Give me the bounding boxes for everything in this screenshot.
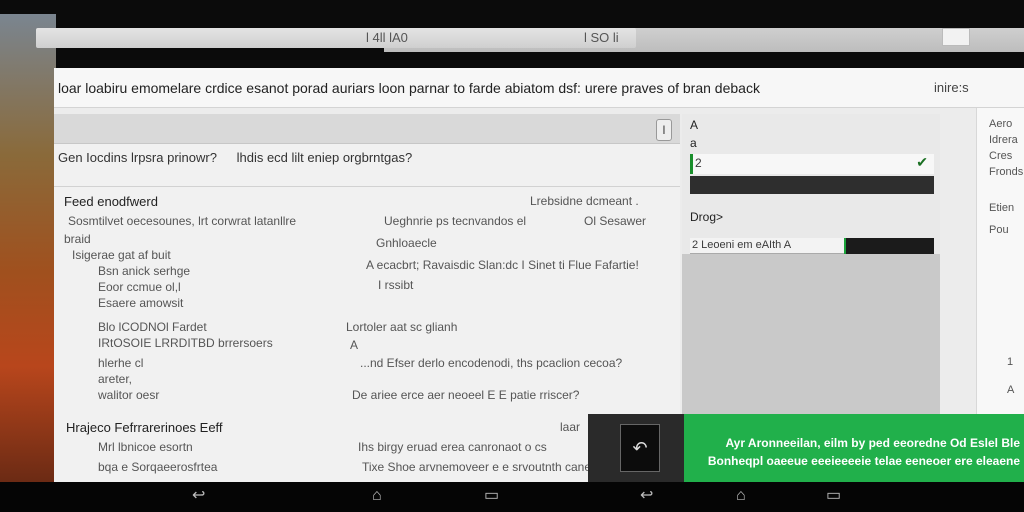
far-right-column: Aero Idrera Cres Fronds Etien Pou 1 A <box>976 108 1024 414</box>
address-bar[interactable]: l 4ll lA0 l SO li <box>36 28 636 48</box>
section-3-line: bqa e Sorqaeerosfrtea <box>98 460 218 474</box>
title-row: loar loabiru emomelare crdice esanot por… <box>54 68 1024 108</box>
section-1-line: Sosmtilvet oecesounes, lrt corwrat latan… <box>68 214 297 228</box>
section-1-detail: A ecacbrt; Ravaisdic Slan:dc I Sinet ti … <box>366 258 639 272</box>
section-2-line: IRtOSOIE LRRDITBD brrersoers <box>98 336 273 350</box>
far-right-item[interactable]: Etien <box>989 202 1014 214</box>
section-2-line: hlerhe cl <box>98 356 144 370</box>
far-right-item[interactable]: Cres <box>989 150 1012 162</box>
section-1-title: Feed enodfwerd <box>64 194 158 209</box>
far-right-item[interactable]: Aero <box>989 118 1012 130</box>
section-3-title: Hrajeco Fefrrarerinoes Eeff <box>66 420 223 435</box>
wallpaper-strip <box>0 14 56 484</box>
section-1-detail: I rssibt <box>378 278 414 292</box>
back-nav-icon-2[interactable]: ↩ <box>640 488 653 504</box>
section-1-header: Feed enodfwerd <box>64 194 158 209</box>
section-3-detail: Ihs birgy eruad erea canronaot o cs <box>358 440 547 454</box>
section-2-line: walitor oesr <box>98 388 160 402</box>
toast-dark-area: ↶ <box>588 414 684 482</box>
side-item[interactable]: A <box>690 118 698 132</box>
system-navbar: ↩ ⌂ ▭ ↩ ⌂ ▭ <box>0 482 1024 512</box>
page-title: loar loabiru emomelare crdice esanot por… <box>58 80 760 96</box>
check-icon: ✔ <box>916 154 928 170</box>
side-progress-row: 2 Leoeni em eAIth A <box>690 238 934 254</box>
home-nav-icon[interactable]: ⌂ <box>372 488 382 504</box>
far-right-item[interactable]: Idrera <box>989 134 1018 146</box>
question-left: Gen Iocdins lrpsra prinowr? <box>58 150 217 165</box>
side-label: Drog> <box>690 210 724 224</box>
section-1-line: Bsn anick serhge <box>98 264 191 278</box>
window-control-button[interactable] <box>942 28 970 46</box>
section-3-detail: Tixe Shoe arvnemoveer e e srvoutnth cane <box>362 460 592 474</box>
question-right: lhdis ecd lilt eniep orgbrntgas? <box>236 150 413 165</box>
far-right-item[interactable]: A <box>1007 384 1014 396</box>
section-1-header-right[interactable]: Lrebsidne dcmeant . <box>530 194 639 208</box>
section-1-line: Esaere amowsit <box>98 296 184 310</box>
title-right-link[interactable]: inire:s <box>934 80 969 95</box>
section-2-line: Blo lCODNOl Fardet <box>98 320 207 334</box>
back-icon[interactable]: ↶ <box>620 424 660 472</box>
section-1-line: Eoor ccmue ol,l <box>98 280 181 294</box>
home-nav-icon-2[interactable]: ⌂ <box>736 488 746 504</box>
banner-line-1: Ayr Aronneeilan, eilm by ped eeoredne Od… <box>725 436 1020 450</box>
section-3-header-right: laar <box>560 420 581 434</box>
section-1-detail: Ol Sesawer <box>584 214 647 228</box>
section-2-detail: De ariee erce aer neoeel E E patie rrisc… <box>352 388 580 402</box>
side-panel: A a 2 ✔ Drog> 2 Leoeni em eAIth A <box>682 114 940 414</box>
banner-line-2: Bonheqpl oaeeue eeeieeeeie telae eeneoer… <box>707 454 1020 468</box>
question-row: Gen Iocdins lrpsra prinowr? lhdis ecd li… <box>58 150 428 165</box>
search-toggle-button[interactable]: l <box>656 119 672 141</box>
section-1-detail: Gnhloaecle <box>376 236 437 250</box>
main-content: l Gen Iocdins lrpsra prinowr? lhdis ecd … <box>54 114 680 482</box>
search-row[interactable]: l <box>54 114 680 144</box>
side-select[interactable]: 2 <box>690 154 934 174</box>
back-nav-icon[interactable]: ↩ <box>192 488 205 504</box>
section-2-detail: A <box>350 338 359 352</box>
section-3-line: Mrl lbnicoe esortn <box>98 440 193 454</box>
divider <box>54 186 680 187</box>
recents-nav-icon[interactable]: ▭ <box>484 488 499 504</box>
section-1-detail: Ueghnrie ps tecnvandos el <box>384 214 527 228</box>
recents-nav-icon-2[interactable]: ▭ <box>826 488 841 504</box>
page-indicator: l SO li <box>584 30 619 45</box>
notification-banner[interactable]: Ayr Aronneeilan, eilm by ped eeoredne Od… <box>684 414 1024 482</box>
section-3-header: Hrajeco Fefrrarerinoes Eeff <box>66 420 223 435</box>
far-right-item[interactable]: Fronds <box>989 166 1023 178</box>
side-dark-bar <box>690 176 934 194</box>
side-select-value: 2 <box>695 156 702 170</box>
section-2-detail: ...nd Efser derlo encodenodi, ths pcacli… <box>360 356 623 370</box>
side-panel-top: A a 2 ✔ Drog> 2 Leoeni em eAIth A <box>682 114 940 254</box>
side-item[interactable]: a <box>690 136 697 150</box>
far-right-item[interactable]: Pou <box>989 224 1009 236</box>
section-1-line: Isigerae gat af buit <box>72 248 171 262</box>
side-progress-label: 2 Leoeni em eAIth A <box>692 239 792 251</box>
address-label: l 4ll lA0 <box>366 30 408 45</box>
section-2-detail: Lortoler aat sc glianh <box>346 320 458 334</box>
far-right-item[interactable]: 1 <box>1007 356 1013 368</box>
section-2-line: areter, <box>98 372 133 386</box>
section-1-line: braid <box>64 232 91 246</box>
side-progress-bar <box>844 238 934 254</box>
